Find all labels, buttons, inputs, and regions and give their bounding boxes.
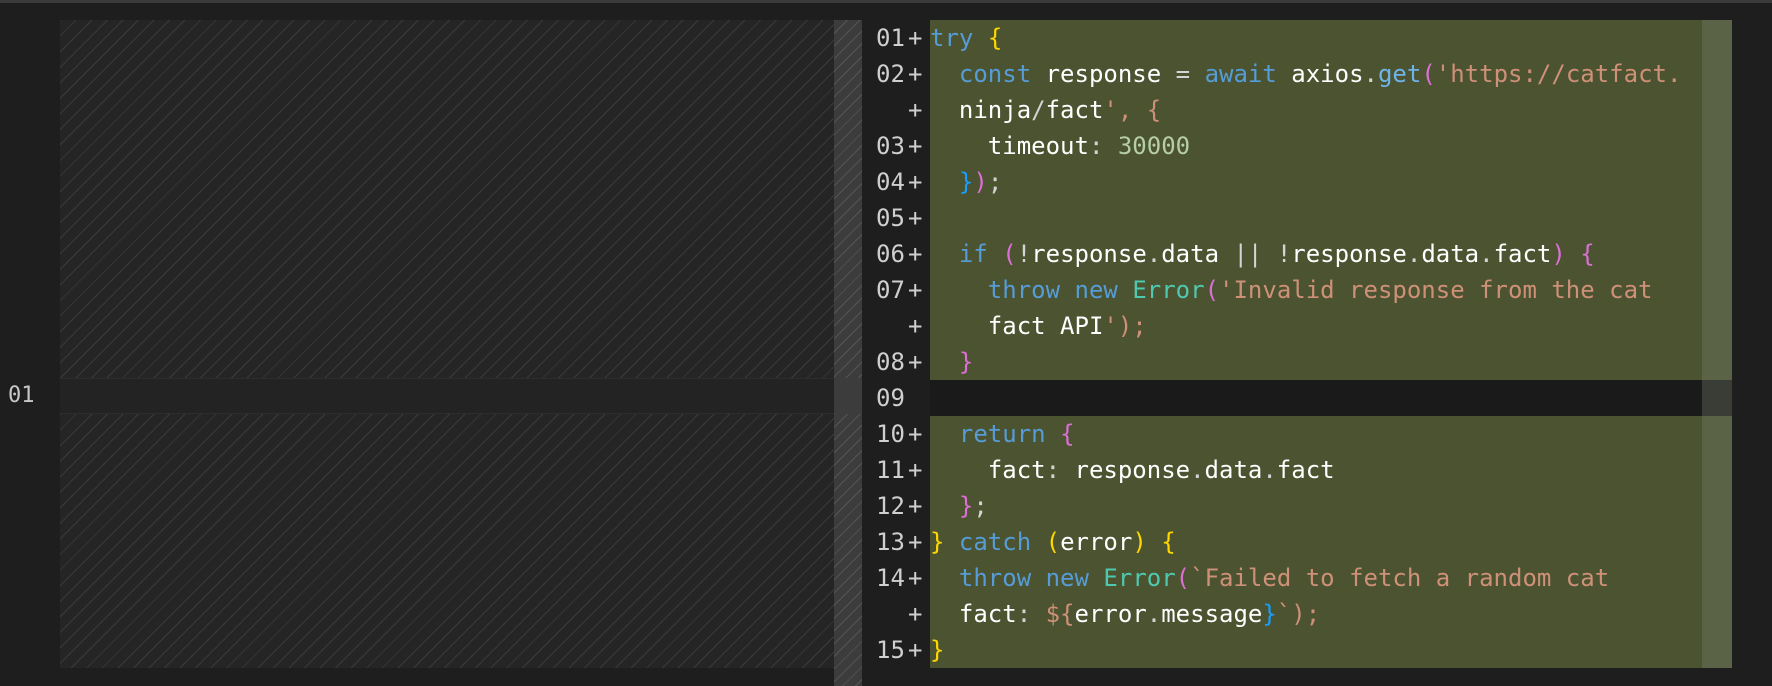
added-marker-icon: + — [908, 636, 923, 664]
line-number: 10 — [876, 420, 905, 448]
added-marker-icon: + — [908, 204, 923, 232]
line-number: 14 — [876, 564, 905, 592]
added-code-line[interactable]: }; — [930, 488, 1732, 524]
added-code-line[interactable]: try { — [930, 20, 1732, 56]
modified-gutter-row: + — [862, 308, 930, 344]
line-number: 13 — [876, 528, 905, 556]
line-number: 05 — [876, 204, 905, 232]
separator-hatch-bottom — [834, 414, 862, 686]
added-marker-icon: + — [908, 348, 923, 376]
unchanged-code-line[interactable] — [930, 380, 1732, 416]
modified-gutter: 01 +02 + +03 +04 +05 +06 +07 + +08 +09 10 +11 +12 +13 +… — [862, 20, 930, 668]
added-marker-icon: + — [908, 564, 923, 592]
line-number: 12 — [876, 492, 905, 520]
modified-gutter-row: 08 + — [862, 344, 930, 380]
modified-gutter-row: 05 + — [862, 200, 930, 236]
added-marker-icon: + — [908, 528, 923, 556]
added-marker-icon: + — [908, 456, 923, 484]
added-marker-icon: + — [908, 24, 923, 52]
modified-gutter-row: 06 + — [862, 236, 930, 272]
original-code-line[interactable] — [60, 378, 834, 414]
separator-hatch-top — [834, 20, 862, 378]
added-marker-icon: + — [908, 600, 923, 628]
line-number: 07 — [876, 276, 905, 304]
modified-gutter-row: 13 + — [862, 524, 930, 560]
line-number: 04 — [876, 168, 905, 196]
original-gutter — [0, 3, 60, 686]
modified-gutter-row: 15 + — [862, 632, 930, 668]
added-marker-icon: + — [908, 132, 923, 160]
line-number: 11 — [876, 456, 905, 484]
line-number: 01 — [876, 24, 905, 52]
modified-gutter-row: + — [862, 92, 930, 128]
added-code-line[interactable]: const response = await axios.get('https:… — [930, 56, 1732, 92]
added-marker-icon: + — [908, 492, 923, 520]
line-number: 02 — [876, 60, 905, 88]
added-code-line[interactable]: throw new Error('Invalid response from t… — [930, 272, 1732, 308]
modified-gutter-row: 04 + — [862, 164, 930, 200]
added-marker-icon: + — [908, 96, 923, 124]
top-border — [0, 0, 1772, 3]
modified-gutter-row: 07 + — [862, 272, 930, 308]
added-code-line[interactable]: }); — [930, 164, 1732, 200]
diff-separator[interactable] — [834, 20, 862, 686]
added-code-line[interactable] — [930, 200, 1732, 236]
overview-ruler[interactable] — [1702, 20, 1732, 668]
line-number: 03 — [876, 132, 905, 160]
added-code-line[interactable]: fact API'); — [930, 308, 1732, 344]
original-empty-region-bottom — [60, 414, 834, 668]
modified-gutter-row: 12 + — [862, 488, 930, 524]
line-number: 15 — [876, 636, 905, 664]
added-code-line[interactable]: } — [930, 344, 1732, 380]
modified-gutter-row: 14 + — [862, 560, 930, 596]
original-line-number: 01 — [8, 383, 35, 408]
modified-gutter-row: 02 + — [862, 56, 930, 92]
modified-code-area[interactable]: try { const response = await axios.get('… — [930, 20, 1732, 668]
added-marker-icon: + — [908, 312, 923, 340]
line-number: 09 — [876, 384, 905, 412]
added-marker-icon: + — [908, 60, 923, 88]
added-code-line[interactable]: throw new Error(`Failed to fetch a rando… — [930, 560, 1732, 596]
added-code-line[interactable]: return { — [930, 416, 1732, 452]
added-code-line[interactable]: fact: response.data.fact — [930, 452, 1732, 488]
original-empty-region-top — [60, 20, 834, 378]
modified-gutter-row: 01 + — [862, 20, 930, 56]
added-code-line[interactable]: timeout: 30000 — [930, 128, 1732, 164]
added-marker-icon: + — [908, 420, 923, 448]
modified-gutter-row: 10 + — [862, 416, 930, 452]
added-code-line[interactable]: fact: ${error.message}`); — [930, 596, 1732, 632]
added-code-line[interactable]: } — [930, 632, 1732, 668]
line-number: 06 — [876, 240, 905, 268]
modified-gutter-row: + — [862, 596, 930, 632]
added-code-line[interactable]: } catch (error) { — [930, 524, 1732, 560]
added-marker-icon: + — [908, 276, 923, 304]
modified-gutter-row: 03 + — [862, 128, 930, 164]
line-number: 08 — [876, 348, 905, 376]
added-code-line[interactable]: ninja/fact', { — [930, 92, 1732, 128]
modified-gutter-row: 09 — [862, 380, 930, 416]
added-marker-icon: + — [908, 240, 923, 268]
added-code-line[interactable]: if (!response.data || !response.data.fac… — [930, 236, 1732, 272]
added-marker-icon: + — [908, 168, 923, 196]
modified-gutter-row: 11 + — [862, 452, 930, 488]
